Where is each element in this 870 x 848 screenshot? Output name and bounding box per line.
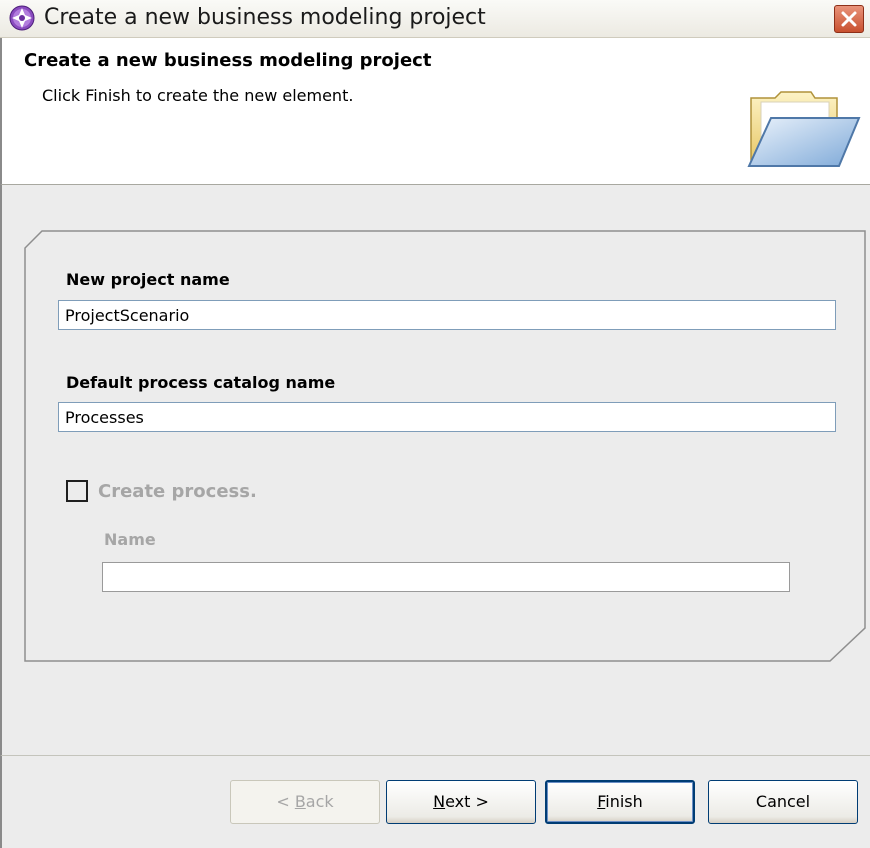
window-title: Create a new business modeling project [44,5,486,30]
back-prefix: < [276,792,295,811]
wizard-page-description: Click Finish to create the new element. [42,86,354,105]
wizard-page-title: Create a new business modeling project [24,50,432,71]
catalog-name-label: Default process catalog name [66,373,336,392]
catalog-name-input[interactable] [58,402,836,432]
back-mnemonic: B [294,792,306,811]
create-process-checkbox[interactable] [66,480,88,502]
form-group-border [24,230,866,662]
cancel-button[interactable]: Cancel [708,780,858,824]
next-button[interactable]: Next > [386,780,536,824]
close-icon [841,11,857,27]
next-mnemonic: N [433,792,446,811]
finish-button[interactable]: Finish [545,780,695,824]
title-bar: Create a new business modeling project [0,0,870,38]
process-name-label: Name [104,530,156,549]
back-button[interactable]: < Back [230,780,380,824]
finish-rest: inish [605,792,643,811]
next-rest: ext > [445,792,489,811]
project-name-input[interactable] [58,300,836,330]
business-modeler-icon [9,5,35,31]
project-name-label: New project name [66,270,230,289]
process-name-input[interactable] [102,562,790,592]
create-process-label: Create process. [98,481,257,502]
open-folder-icon [747,91,861,167]
back-rest: ack [305,792,334,811]
close-button[interactable] [834,5,864,33]
